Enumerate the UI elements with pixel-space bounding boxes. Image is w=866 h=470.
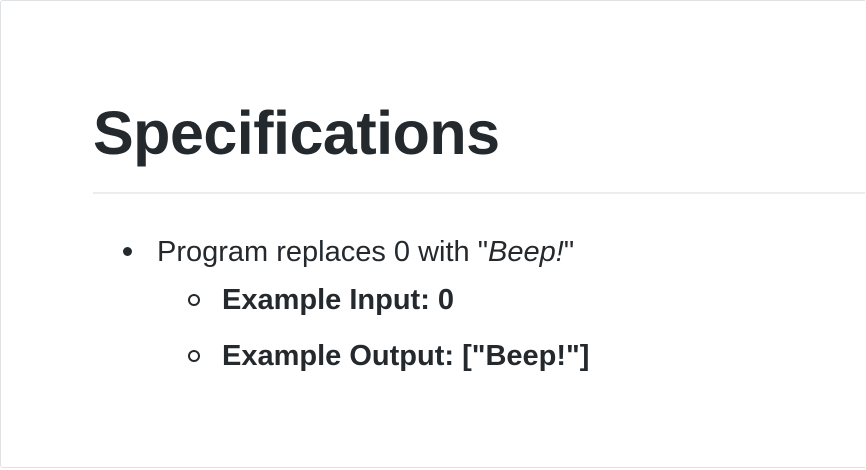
example-sublist: Example Input: 0 Example Output: ["Beep!…: [157, 280, 589, 376]
bullet-disc-icon: [123, 247, 132, 256]
spec-text-suffix: ": [563, 236, 575, 268]
example-input-label: Example Input: 0: [222, 284, 455, 316]
bullet-circle-icon: [188, 350, 200, 362]
section-heading: Specifications: [93, 99, 500, 167]
example-output-item: Example Output: ["Beep!"]: [188, 336, 590, 376]
spec-text-emphasis: Beep!: [488, 236, 564, 268]
document-page: Specifications Program replaces 0 with "…: [0, 0, 865, 468]
spec-list-item: Program replaces 0 with "Beep!" Example …: [123, 232, 589, 376]
spec-text-prefix: Program replaces 0 with ": [157, 236, 489, 268]
spec-list: Program replaces 0 with "Beep!" Example …: [123, 232, 589, 392]
bullet-circle-icon: [188, 294, 200, 306]
example-input-item: Example Input: 0: [188, 280, 589, 320]
spec-text: Program replaces 0 with "Beep!": [157, 236, 574, 268]
example-output-label: Example Output: ["Beep!"]: [222, 340, 590, 372]
heading-divider: [93, 192, 865, 194]
